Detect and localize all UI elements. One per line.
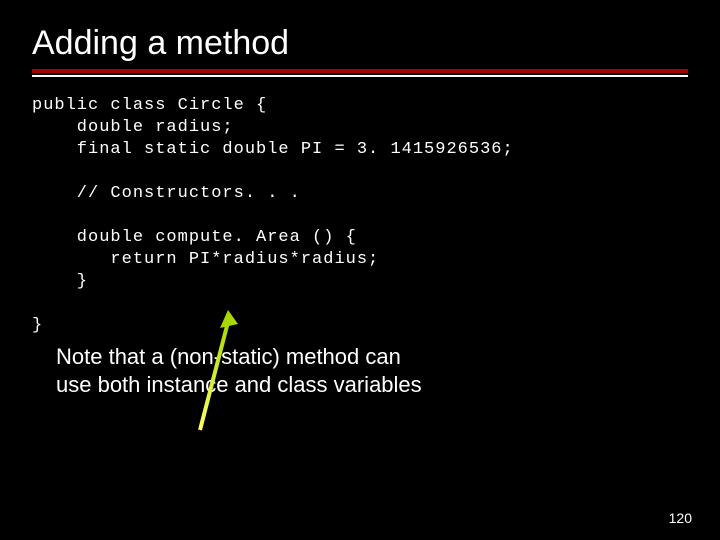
code-line: } [32, 316, 43, 335]
rule-red [32, 69, 688, 73]
note-line: use both instance and class variables [56, 372, 422, 397]
title-rule [32, 69, 688, 77]
note-text: Note that a (non-static) method can use … [32, 343, 688, 399]
note-line: Note that a (non-static) method can [56, 344, 401, 369]
code-line: final static double PI = 3. 1415926536; [32, 140, 514, 159]
code-line: return PI*radius*radius; [32, 250, 379, 269]
code-line: double compute. Area () { [32, 228, 357, 247]
page-number: 120 [669, 510, 692, 526]
code-line: public class Circle { [32, 96, 267, 115]
slide: Adding a method public class Circle { do… [0, 0, 720, 540]
rule-white [32, 75, 688, 77]
code-line: } [32, 272, 88, 291]
code-block: public class Circle { double radius; fin… [32, 95, 688, 337]
code-line: // Constructors. . . [32, 184, 301, 203]
slide-title: Adding a method [32, 24, 688, 63]
code-line: double radius; [32, 118, 234, 137]
